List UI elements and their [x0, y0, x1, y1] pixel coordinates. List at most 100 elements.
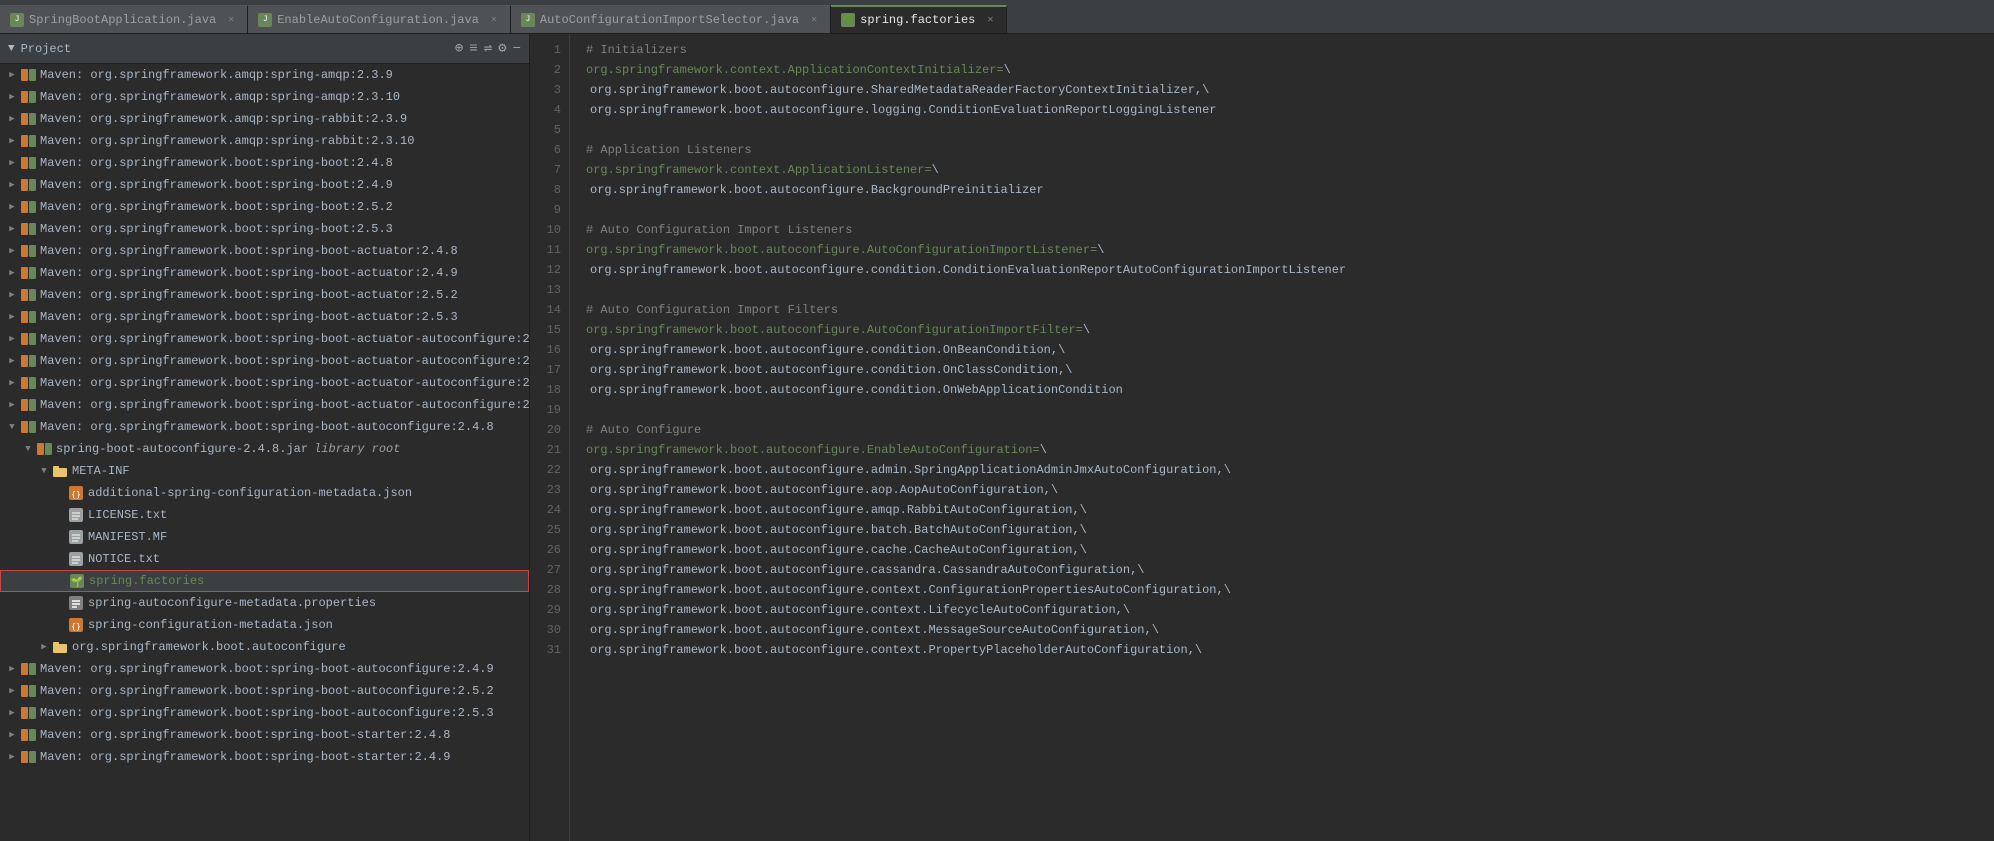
tree-item-label: spring-boot-autoconfigure-2.4.8.jar [56, 442, 308, 456]
java-file-icon2: J [258, 13, 272, 27]
line-number: 10 [538, 220, 561, 240]
tree-item-9[interactable]: ▶Maven: org.springframework.boot:spring-… [0, 262, 529, 284]
tree-item-26[interactable]: ▶org.springframework.boot.autoconfigure [0, 636, 529, 658]
tree-item-13[interactable]: ▶Maven: org.springframework.boot:spring-… [0, 350, 529, 372]
tree-item-label: Maven: org.springframework.boot:spring-b… [40, 178, 393, 192]
line-number: 16 [538, 340, 561, 360]
code-line: org.springframework.boot.autoconfigure.l… [586, 100, 1978, 120]
tree-item-15[interactable]: ▶Maven: org.springframework.boot:spring-… [0, 394, 529, 416]
tree-item-label: Maven: org.springframework.amqp:spring-r… [40, 134, 414, 148]
tab-close-icon4[interactable]: ✕ [984, 14, 996, 26]
tab-enableautoconfiguration[interactable]: J EnableAutoConfiguration.java ✕ [248, 5, 511, 33]
code-line: org.springframework.boot.autoconfigure.c… [586, 620, 1978, 640]
spring-file-icon: 🌿 [841, 13, 855, 27]
line-number: 24 [538, 500, 561, 520]
code-line: org.springframework.boot.autoconfigure.c… [586, 600, 1978, 620]
code-content: # Initializersorg.springframework.contex… [570, 34, 1994, 841]
tree-item-18[interactable]: ▼META-INF [0, 460, 529, 482]
tab-close-icon[interactable]: ✕ [225, 14, 237, 26]
tree-item-6[interactable]: ▶Maven: org.springframework.boot:spring-… [0, 196, 529, 218]
tree-item-5[interactable]: ▶Maven: org.springframework.boot:spring-… [0, 174, 529, 196]
tab-autoconfigimportselector[interactable]: J AutoConfigurationImportSelector.java ✕ [511, 5, 831, 33]
tree-item-14[interactable]: ▶Maven: org.springframework.boot:spring-… [0, 372, 529, 394]
code-line: org.springframework.boot.autoconfigure.B… [586, 180, 1978, 200]
tree-arrow: ▶ [4, 730, 20, 740]
code-line: org.springframework.boot.autoconfigure.c… [586, 380, 1978, 400]
settings-icon[interactable]: ⚙ [498, 42, 506, 56]
tree-item-20[interactable]: LICENSE.txt [0, 504, 529, 526]
java-file-icon3: J [521, 13, 535, 27]
tree-item-31[interactable]: ▶Maven: org.springframework.boot:spring-… [0, 746, 529, 768]
maven-icon [20, 111, 36, 127]
tree-item-25[interactable]: {}spring-configuration-metadata.json [0, 614, 529, 636]
tree-item-8[interactable]: ▶Maven: org.springframework.boot:spring-… [0, 240, 529, 262]
tree-item-19[interactable]: {}additional-spring-configuration-metada… [0, 482, 529, 504]
tree-item-22[interactable]: NOTICE.txt [0, 548, 529, 570]
maven-icon [20, 243, 36, 259]
maven-icon [20, 265, 36, 281]
minimize-icon[interactable]: − [513, 42, 521, 56]
maven-icon [20, 661, 36, 677]
svg-text:{}: {} [71, 490, 81, 499]
tree-item-11[interactable]: ▶Maven: org.springframework.boot:spring-… [0, 306, 529, 328]
library-root-label: library root [314, 442, 400, 456]
tree-arrow: ▶ [4, 290, 20, 300]
maven-icon [20, 133, 36, 149]
tree-item-16[interactable]: ▼Maven: org.springframework.boot:spring-… [0, 416, 529, 438]
tree-item-23[interactable]: 🌱spring.factories [0, 570, 529, 592]
tree-item-3[interactable]: ▶Maven: org.springframework.amqp:spring-… [0, 130, 529, 152]
tree-arrow: ▶ [4, 664, 20, 674]
tree-item-30[interactable]: ▶Maven: org.springframework.boot:spring-… [0, 724, 529, 746]
tree-item-label: Maven: org.springframework.amqp:spring-r… [40, 112, 407, 126]
tree-item-1[interactable]: ▶Maven: org.springframework.amqp:spring-… [0, 86, 529, 108]
tree-item-2[interactable]: ▶Maven: org.springframework.amqp:spring-… [0, 108, 529, 130]
sort-icon[interactable]: ≡ [469, 42, 477, 56]
sidebar-title: Project [21, 42, 449, 56]
tree-item-0[interactable]: ▶Maven: org.springframework.amqp:spring-… [0, 64, 529, 86]
tree-item-24[interactable]: spring-autoconfigure-metadata.properties [0, 592, 529, 614]
line-numbers: 1234567891011121314151617181920212223242… [530, 34, 570, 841]
code-line: # Initializers [586, 40, 1978, 60]
tree-item-28[interactable]: ▶Maven: org.springframework.boot:spring-… [0, 680, 529, 702]
tree-item-21[interactable]: MANIFEST.MF [0, 526, 529, 548]
line-number: 13 [538, 280, 561, 300]
tree-arrow: ▶ [4, 400, 20, 410]
maven-icon [20, 397, 36, 413]
tree-item-label: Maven: org.springframework.amqp:spring-a… [40, 68, 393, 82]
line-number: 19 [538, 400, 561, 420]
tree-item-10[interactable]: ▶Maven: org.springframework.boot:spring-… [0, 284, 529, 306]
tree-item-7[interactable]: ▶Maven: org.springframework.boot:spring-… [0, 218, 529, 240]
tree-item-label: Maven: org.springframework.boot:spring-b… [40, 750, 450, 764]
maven-icon [20, 353, 36, 369]
line-number: 29 [538, 600, 561, 620]
code-line: # Auto Configure [586, 420, 1978, 440]
tree-item-label: Maven: org.springframework.boot:spring-b… [40, 156, 393, 170]
tree-item-29[interactable]: ▶Maven: org.springframework.boot:spring-… [0, 702, 529, 724]
code-line: org.springframework.boot.autoconfigure.c… [586, 360, 1978, 380]
tab-close-icon2[interactable]: ✕ [488, 14, 500, 26]
tree-item-12[interactable]: ▶Maven: org.springframework.boot:spring-… [0, 328, 529, 350]
split-icon[interactable]: ⇌ [484, 42, 492, 56]
tree-item-label: Maven: org.springframework.boot:spring-b… [40, 684, 494, 698]
tree-item-4[interactable]: ▶Maven: org.springframework.boot:spring-… [0, 152, 529, 174]
tree-item-label: Maven: org.springframework.boot:spring-b… [40, 200, 393, 214]
tree-item-17[interactable]: ▼spring-boot-autoconfigure-2.4.8.jar lib… [0, 438, 529, 460]
globe-icon[interactable]: ⊕ [455, 42, 463, 56]
line-number: 14 [538, 300, 561, 320]
tree-arrow: ▶ [4, 334, 20, 344]
code-line: # Auto Configuration Import Filters [586, 300, 1978, 320]
sidebar-dropdown-icon: ▼ [8, 43, 15, 55]
tree-item-label: Maven: org.springframework.amqp:spring-a… [40, 90, 400, 104]
tab-close-icon3[interactable]: ✕ [808, 14, 820, 26]
tree-arrow: ▶ [4, 378, 20, 388]
editor[interactable]: 1234567891011121314151617181920212223242… [530, 34, 1994, 841]
maven-icon [20, 683, 36, 699]
tab-springfactories[interactable]: 🌿 spring.factories ✕ [831, 5, 1007, 33]
line-number: 30 [538, 620, 561, 640]
code-line: # Application Listeners [586, 140, 1978, 160]
code-area: 1234567891011121314151617181920212223242… [530, 34, 1994, 841]
line-number: 25 [538, 520, 561, 540]
tab-springbootapplication[interactable]: J SpringBootApplication.java ✕ [0, 5, 248, 33]
tree-item-27[interactable]: ▶Maven: org.springframework.boot:spring-… [0, 658, 529, 680]
sidebar-header: ▼ Project ⊕ ≡ ⇌ ⚙ − [0, 34, 529, 64]
